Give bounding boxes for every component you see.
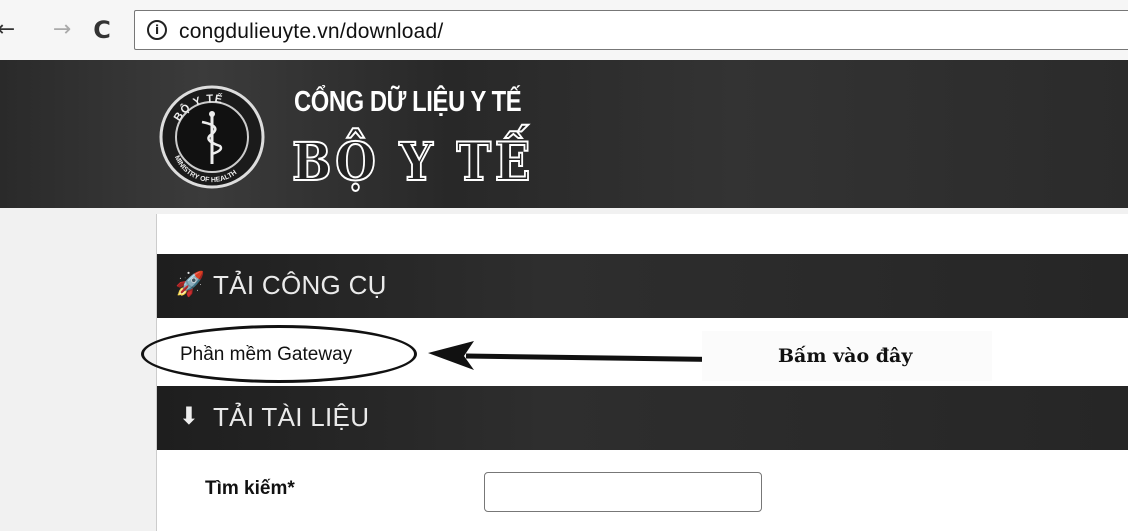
address-bar[interactable]: i congdulieuyte.vn/download/ xyxy=(134,10,1128,50)
section-label-docs: TẢI TÀI LIỆU xyxy=(213,402,370,432)
site-header: BỘ Y TẾ MINISTRY OF HEALTH CỔNG DỮ LIỆU … xyxy=(0,60,1128,208)
search-label: Tìm kiếm* xyxy=(205,478,295,499)
gateway-software-link[interactable]: Phần mềm Gateway xyxy=(180,344,352,366)
section-header-docs: ⬇ TẢI TÀI LIỆU xyxy=(157,386,1128,450)
callout-text: Bấm vào đây xyxy=(778,345,913,367)
browser-toolbar: ← → C i congdulieuyte.vn/download/ xyxy=(0,0,1128,60)
reload-icon[interactable]: C xyxy=(88,14,116,46)
arrow-back-icon[interactable]: ← xyxy=(0,14,20,46)
url-text[interactable]: congdulieuyte.vn/download/ xyxy=(179,20,443,44)
ministry-title: BỘ Y TẾ xyxy=(291,131,535,194)
arrow-forward-icon[interactable]: → xyxy=(48,14,76,46)
section-label-tools: TẢI CÔNG CỤ xyxy=(213,270,387,300)
section-header-tools: 🚀 TẢI CÔNG CỤ xyxy=(157,254,1128,318)
portal-title: CỔNG DỮ LIỆU Y TẾ xyxy=(294,86,522,118)
search-input[interactable] xyxy=(484,472,762,512)
download-icon: ⬇ xyxy=(178,402,200,430)
rocket-icon: 🚀 xyxy=(175,270,206,298)
info-icon[interactable]: i xyxy=(147,20,167,40)
ministry-logo[interactable]: BỘ Y TẾ MINISTRY OF HEALTH xyxy=(158,84,266,190)
